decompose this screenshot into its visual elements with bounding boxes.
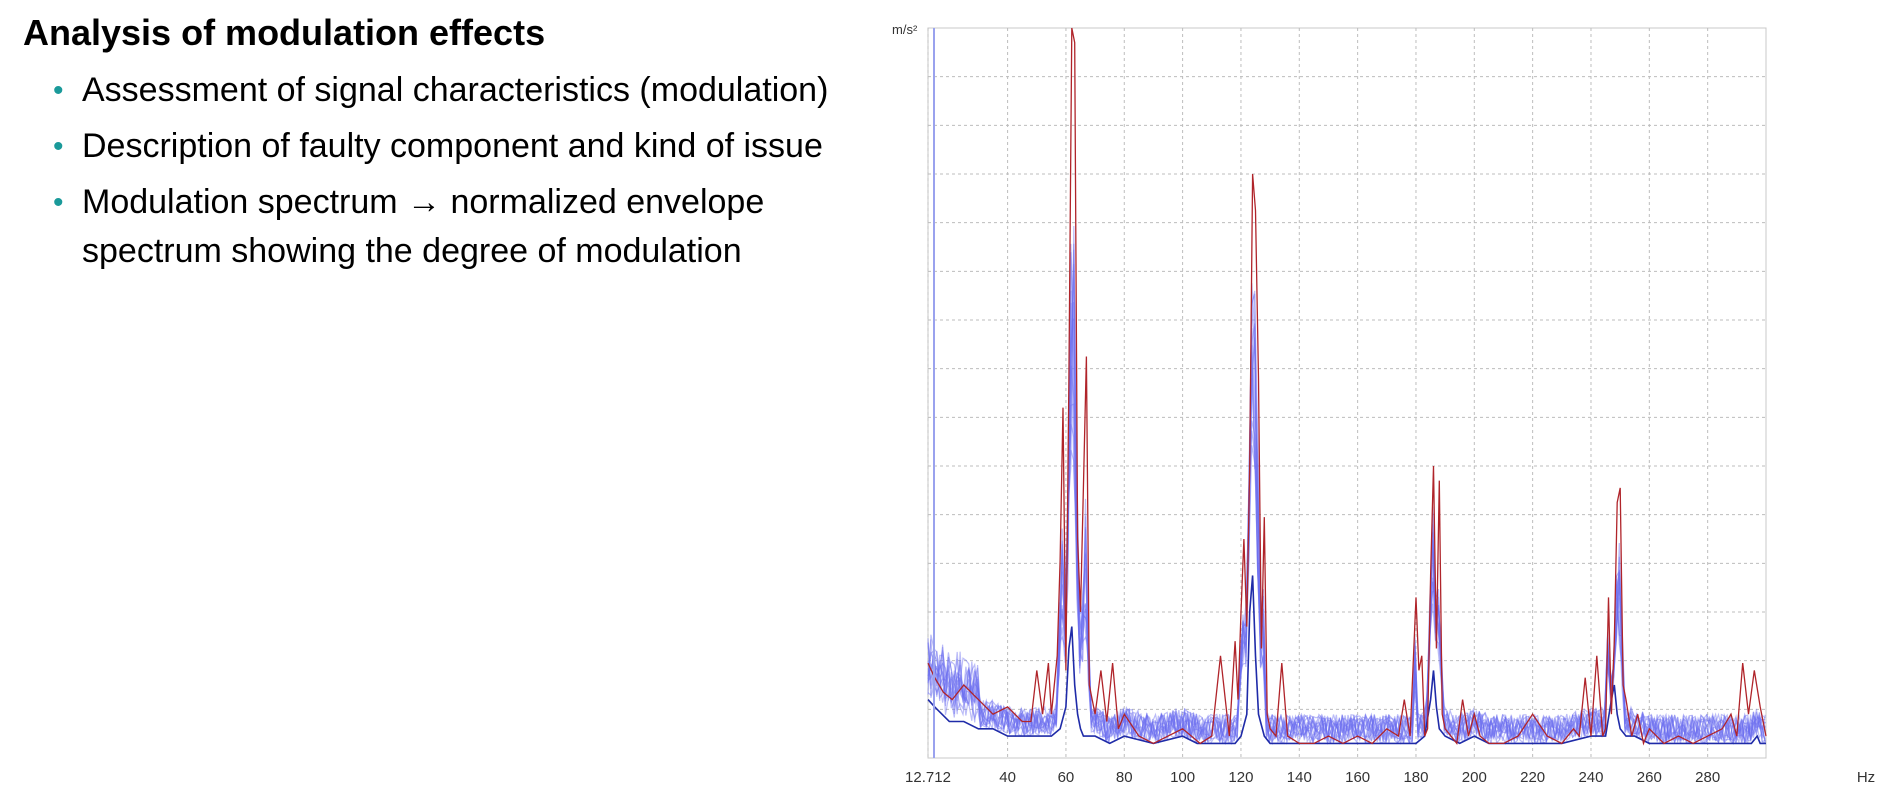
bullet-item: • Assessment of signal characteristics (… (53, 66, 853, 115)
x-tick-label: 80 (1116, 769, 1133, 786)
x-tick-label: 240 (1578, 769, 1603, 786)
x-tick-labels: 12.712 40 60 80 100 120 140 160 180 200 220 240 260 2… (905, 769, 1720, 786)
y-axis-unit-label: m/s² (892, 22, 918, 37)
x-tick-label: 260 (1637, 769, 1662, 786)
x-tick-label: 280 (1695, 769, 1720, 786)
x-tick-label: 220 (1520, 769, 1545, 786)
bullet-list: • Assessment of signal characteristics (… (53, 66, 853, 283)
x-tick-label: 160 (1345, 769, 1370, 786)
spectrum-chart: 12.712 40 60 80 100 120 140 160 180 200 220 240 260 2… (892, 22, 1875, 786)
x-tick-label: 120 (1228, 769, 1253, 786)
bullet-dot-icon: • (53, 186, 64, 219)
plot-frame (927, 27, 1767, 759)
x-tick-label: 12.712 (905, 769, 951, 786)
bullet-text: Description of faulty component and kind… (82, 127, 823, 165)
slide-title: Analysis of modulation effects (23, 12, 546, 53)
x-tick-label: 200 (1462, 769, 1487, 786)
bullet-item: • Description of faulty component and ki… (53, 122, 853, 171)
x-tick-label: 60 (1058, 769, 1075, 786)
bullet-item: • Modulation spectrum → normalized envel… (53, 178, 853, 276)
x-axis-unit-label: Hz (1857, 769, 1875, 786)
x-tick-label: 100 (1170, 769, 1195, 786)
x-tick-label: 180 (1403, 769, 1428, 786)
bullet-dot-icon: • (53, 74, 64, 107)
x-tick-label: 140 (1287, 769, 1312, 786)
x-tick-label: 40 (999, 769, 1016, 786)
bullet-text: Modulation spectrum → normalized envelop… (82, 183, 765, 270)
bullet-text: Assessment of signal characteristics (mo… (82, 71, 829, 109)
bullet-dot-icon: • (53, 130, 64, 163)
